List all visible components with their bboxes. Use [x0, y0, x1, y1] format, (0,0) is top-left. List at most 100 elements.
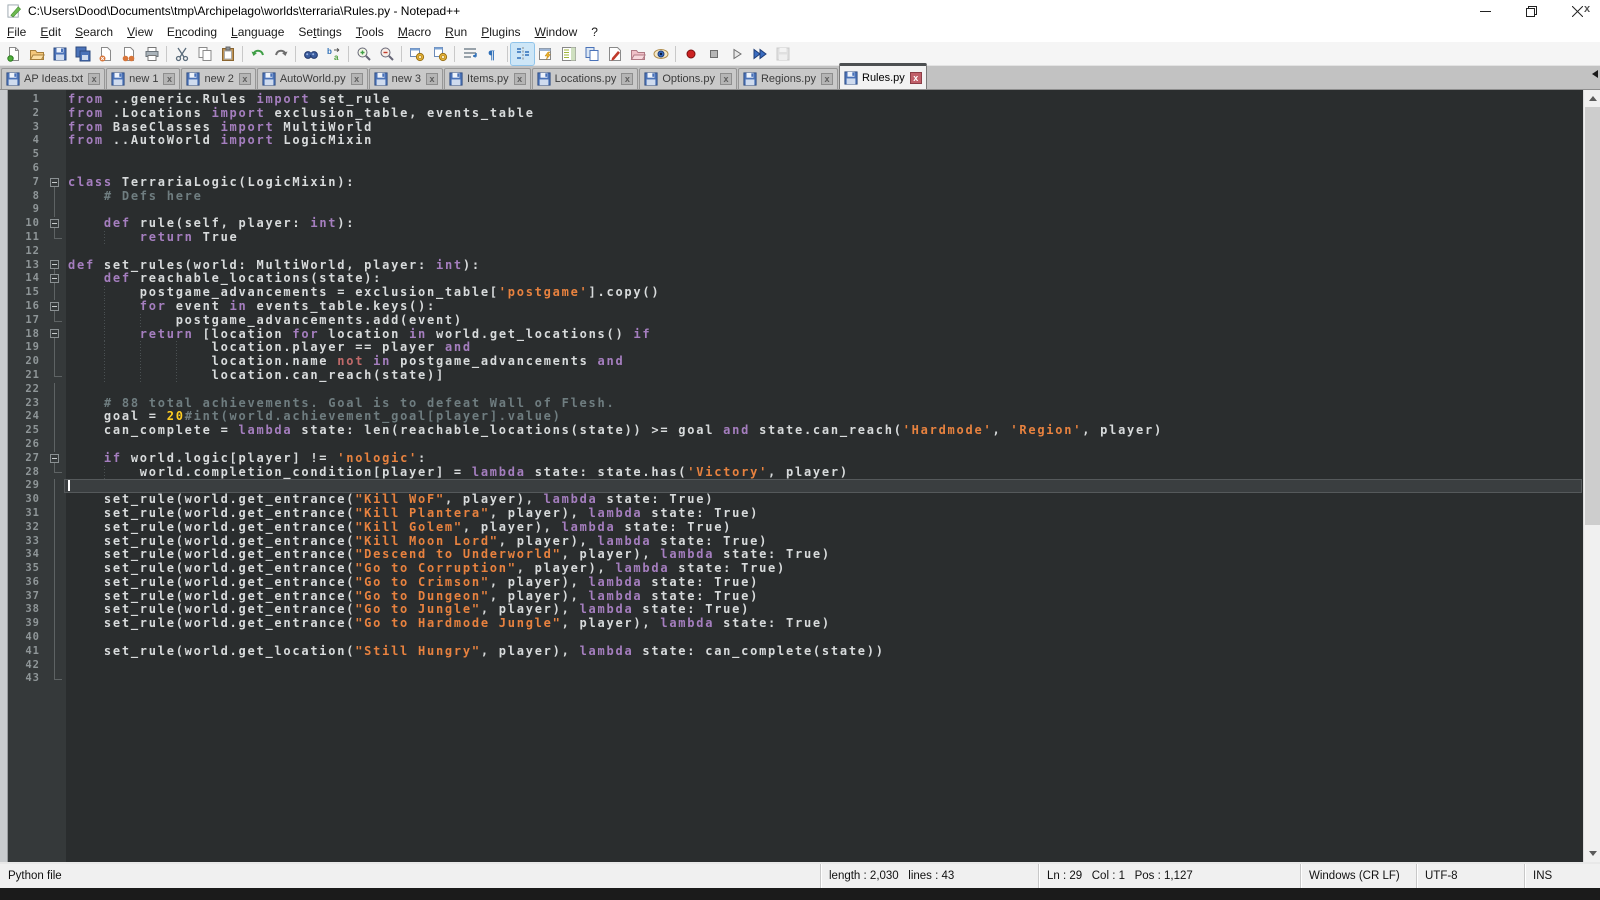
menu-close-document-button[interactable]: x	[1580, 2, 1594, 16]
code-line-38[interactable]: 38 set_rule(world.get_entrance("Go to Ju…	[8, 603, 1582, 617]
fold-margin[interactable]	[46, 217, 64, 231]
word-wrap-button[interactable]	[458, 43, 481, 65]
menu-settings[interactable]: Settings	[291, 23, 348, 41]
menu-plugins[interactable]: Plugins	[474, 23, 527, 41]
find-button[interactable]	[299, 43, 322, 65]
close-all-button[interactable]	[117, 43, 140, 65]
tab-autoworld-py[interactable]: AutoWorld.pyx	[257, 68, 368, 89]
code-line-5[interactable]: 5	[8, 148, 1582, 162]
copy-button[interactable]	[193, 43, 216, 65]
redo-button[interactable]	[269, 43, 292, 65]
fold-margin[interactable]	[46, 328, 64, 342]
zoom-in-button[interactable]	[352, 43, 375, 65]
edit-marker-button[interactable]	[603, 43, 626, 65]
code-line-22[interactable]: 22	[8, 383, 1582, 397]
code-line-8[interactable]: 8 # Defs here	[8, 190, 1582, 204]
tab-options-py[interactable]: Options.pyx	[639, 68, 737, 89]
code-line-27[interactable]: 27 if world.logic[player] != 'nologic':	[8, 452, 1582, 466]
menu-macro[interactable]: Macro	[391, 23, 438, 41]
code-line-39[interactable]: 39 set_rule(world.get_entrance("Go to Ha…	[8, 617, 1582, 631]
tab-close-button[interactable]: x	[239, 73, 251, 85]
code-line-24[interactable]: 24 goal = 20#int(world.achievement_goal[…	[8, 410, 1582, 424]
code-line-31[interactable]: 31 set_rule(world.get_entrance("Kill Pla…	[8, 507, 1582, 521]
fold-collapse-box[interactable]	[50, 329, 59, 338]
menu-edit[interactable]: Edit	[33, 23, 68, 41]
paste-button[interactable]	[216, 43, 239, 65]
restore-button[interactable]	[1508, 0, 1554, 22]
tab-list-button[interactable]	[1592, 70, 1598, 78]
menu-language[interactable]: Language	[224, 23, 291, 41]
code-line-20[interactable]: 20 location.name not in postgame_advance…	[8, 355, 1582, 369]
macro-run-multiple-button[interactable]	[748, 43, 771, 65]
tab-close-button[interactable]: x	[621, 73, 633, 85]
menu-view[interactable]: View	[120, 23, 160, 41]
fold-collapse-box[interactable]	[50, 260, 59, 269]
code-line-14[interactable]: 14 def reachable_locations(state):	[8, 272, 1582, 286]
fold-collapse-box[interactable]	[50, 219, 59, 228]
code-line-4[interactable]: 4from ..AutoWorld import LogicMixin	[8, 134, 1582, 148]
status-eol[interactable]: Windows (CR LF)	[1300, 864, 1416, 888]
tab-close-button[interactable]: x	[351, 73, 363, 85]
code-line-26[interactable]: 26	[8, 438, 1582, 452]
code-line-18[interactable]: 18 return [location for location in worl…	[8, 328, 1582, 342]
tab-rules-py[interactable]: Rules.pyx	[839, 63, 927, 89]
code-line-40[interactable]: 40	[8, 631, 1582, 645]
code-line-6[interactable]: 6	[8, 162, 1582, 176]
save-button[interactable]	[48, 43, 71, 65]
tab-locations-py[interactable]: Locations.pyx	[532, 68, 639, 89]
tab-new-1[interactable]: new 1x	[106, 68, 180, 89]
fold-margin[interactable]	[46, 300, 64, 314]
fold-collapse-box[interactable]	[50, 178, 59, 187]
code-line-42[interactable]: 42	[8, 659, 1582, 673]
tab-close-button[interactable]: x	[821, 73, 833, 85]
fold-collapse-box[interactable]	[50, 454, 59, 463]
monitoring-button[interactable]	[649, 43, 672, 65]
new-file-button[interactable]	[2, 43, 25, 65]
menu-tools[interactable]: Tools	[349, 23, 391, 41]
code-line-33[interactable]: 33 set_rule(world.get_entrance("Kill Moo…	[8, 535, 1582, 549]
menu-[interactable]: ?	[584, 23, 605, 41]
macro-play-button[interactable]	[725, 43, 748, 65]
menu-search[interactable]: Search	[68, 23, 120, 41]
tab-items-py[interactable]: Items.pyx	[444, 68, 531, 89]
scroll-up-arrow[interactable]	[1584, 90, 1600, 107]
menu-window[interactable]: Window	[528, 23, 585, 41]
code-line-21[interactable]: 21 location.can_reach(state)]	[8, 369, 1582, 383]
fold-margin[interactable]	[46, 452, 64, 466]
open-file-button[interactable]	[25, 43, 48, 65]
code-line-41[interactable]: 41 set_rule(world.get_location("Still Hu…	[8, 645, 1582, 659]
tab-close-button[interactable]: x	[88, 73, 100, 85]
minimize-button[interactable]	[1462, 0, 1508, 22]
status-length[interactable]: length : 2,030 lines : 43	[820, 864, 1038, 888]
replace-button[interactable]: ba	[322, 43, 345, 65]
code-line-23[interactable]: 23 # 88 total achievements. Goal is to d…	[8, 397, 1582, 411]
print-button[interactable]	[140, 43, 163, 65]
code-line-9[interactable]: 9	[8, 203, 1582, 217]
fold-margin[interactable]	[46, 272, 64, 286]
code-line-36[interactable]: 36 set_rule(world.get_entrance("Go to Cr…	[8, 576, 1582, 590]
code-line-29[interactable]: 29	[8, 479, 1582, 493]
status-cursor[interactable]: Ln : 29 Col : 1 Pos : 1,127	[1038, 864, 1300, 888]
document-map-button[interactable]	[557, 43, 580, 65]
save-all-button[interactable]	[71, 43, 94, 65]
code-line-35[interactable]: 35 set_rule(world.get_entrance("Go to Co…	[8, 562, 1582, 576]
fold-margin[interactable]	[46, 259, 64, 273]
status-enc[interactable]: UTF-8	[1416, 864, 1524, 888]
status-doctype[interactable]: Python file	[0, 864, 820, 888]
code-line-12[interactable]: 12	[8, 245, 1582, 259]
status-ins[interactable]: INS	[1524, 864, 1600, 888]
scrollbar-thumb[interactable]	[1585, 107, 1600, 525]
menu-file[interactable]: File	[0, 23, 33, 41]
code-line-10[interactable]: 10 def rule(self, player: int):	[8, 217, 1582, 231]
cut-button[interactable]	[170, 43, 193, 65]
code-line-37[interactable]: 37 set_rule(world.get_entrance("Go to Du…	[8, 590, 1582, 604]
tab-new-3[interactable]: new 3x	[369, 68, 443, 89]
code-line-16[interactable]: 16 for event in events_table.keys():	[8, 300, 1582, 314]
code-line-17[interactable]: 17 postgame_advancements.add(event)	[8, 314, 1582, 328]
menu-run[interactable]: Run	[438, 23, 474, 41]
macro-save-button[interactable]	[771, 43, 794, 65]
tab-close-button[interactable]: x	[514, 73, 526, 85]
tab-close-button[interactable]: x	[720, 73, 732, 85]
folder-as-workspace-button[interactable]	[626, 43, 649, 65]
document-switcher-button[interactable]	[580, 43, 603, 65]
